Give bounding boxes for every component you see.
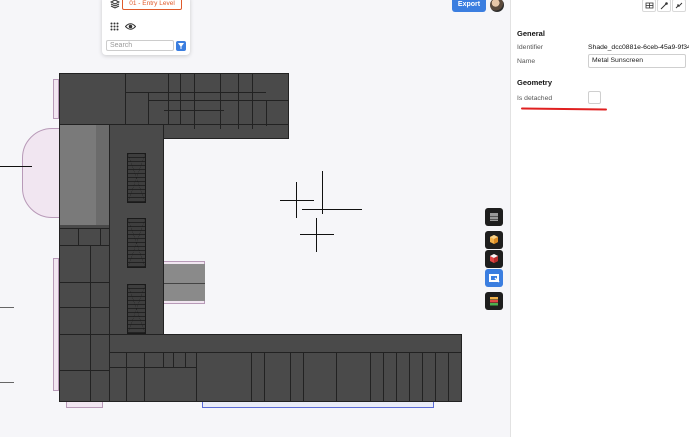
partition [163, 352, 164, 367]
partition [220, 74, 221, 129]
partition [336, 352, 337, 402]
tool-layers[interactable] [485, 208, 503, 226]
partition [266, 100, 267, 126]
partition [185, 352, 186, 367]
shade-bottom-blue[interactable] [202, 401, 434, 408]
crosshair [300, 234, 334, 235]
table-icon [645, 2, 654, 9]
filter-icon [178, 43, 184, 49]
eye-icon[interactable] [125, 22, 136, 31]
crosshair [322, 171, 323, 214]
partition [303, 352, 304, 402]
glazed-area [60, 125, 96, 225]
name-field[interactable]: Metal Sunscreen [588, 54, 686, 68]
collapse-icon [675, 2, 683, 9]
collapse-button[interactable] [672, 0, 686, 12]
annotation-underline [520, 107, 608, 111]
partition [383, 352, 384, 402]
grid-icon[interactable] [110, 22, 119, 31]
partition [110, 367, 197, 368]
partition [164, 124, 289, 125]
identifier-value[interactable]: Shade_dcc0881e-6ceb-45a9-9f34... [588, 44, 689, 51]
partition [60, 245, 109, 246]
ref-line [0, 307, 14, 308]
partition [60, 307, 109, 308]
partition [90, 245, 91, 402]
partition [180, 74, 181, 124]
section-geometry-title: Geometry [517, 78, 553, 87]
shade-left-curved[interactable] [22, 128, 62, 218]
partition [125, 74, 126, 124]
glazed-area-2 [96, 125, 109, 225]
stair-3[interactable] [127, 284, 146, 334]
partition [60, 334, 109, 335]
table-view-button[interactable] [642, 0, 656, 12]
partition [194, 74, 195, 129]
ref-line [0, 382, 14, 383]
partition [164, 110, 224, 111]
crosshair [302, 209, 362, 210]
detached-label: Is detached [517, 95, 553, 102]
export-button[interactable]: Export [452, 0, 486, 12]
search-input[interactable]: Search [106, 40, 174, 51]
partition [251, 352, 252, 402]
crosshair [280, 200, 314, 201]
layers-icon[interactable] [110, 0, 120, 9]
shade-bottom-left[interactable] [66, 401, 103, 408]
tool-cube-red[interactable] [485, 250, 503, 268]
ref-line [0, 166, 32, 167]
partition [100, 228, 101, 245]
eyedropper-icon [660, 2, 668, 10]
partition [370, 352, 371, 402]
tool-cube-blue[interactable] [485, 269, 503, 287]
detached-checkbox[interactable] [588, 91, 601, 104]
stair-2[interactable] [127, 218, 146, 268]
properties-panel: General Identifier Shade_dcc0881e-6ceb-4… [510, 0, 690, 437]
partition [252, 74, 253, 129]
partition [409, 352, 410, 402]
partition [60, 228, 109, 229]
partition [173, 352, 174, 367]
partition [148, 100, 288, 101]
partition [435, 352, 436, 402]
tool-stack[interactable] [485, 292, 503, 310]
partition [448, 352, 449, 402]
level-select[interactable]: 01 - Entry Level [122, 0, 182, 10]
partition [148, 92, 149, 125]
cube-red-icon [490, 254, 498, 263]
bridge-dash [164, 283, 205, 284]
partition [422, 352, 423, 402]
tool-cube-orange[interactable] [485, 231, 503, 249]
partition [144, 352, 145, 402]
cube-orange-icon [490, 235, 498, 244]
partition [196, 352, 197, 402]
partition [264, 352, 265, 402]
search-filter-button[interactable] [176, 41, 186, 51]
floorplan-canvas[interactable] [0, 0, 510, 437]
section-general-title: General [517, 29, 545, 38]
partition [238, 74, 239, 129]
cube-blue-icon [489, 274, 500, 283]
identifier-label: Identifier [517, 44, 544, 51]
layers-icon [490, 213, 498, 221]
name-label: Name [517, 58, 536, 65]
pick-button[interactable] [657, 0, 671, 12]
partition [168, 74, 169, 124]
partition [78, 228, 79, 245]
partition [60, 370, 109, 371]
partition [396, 352, 397, 402]
partition [126, 92, 266, 93]
stack-icon [490, 297, 498, 306]
partition [290, 352, 291, 402]
crosshair [316, 218, 317, 252]
partition [126, 352, 127, 402]
stair-1[interactable] [127, 153, 146, 203]
partition [60, 282, 109, 283]
crosshair [296, 182, 297, 218]
